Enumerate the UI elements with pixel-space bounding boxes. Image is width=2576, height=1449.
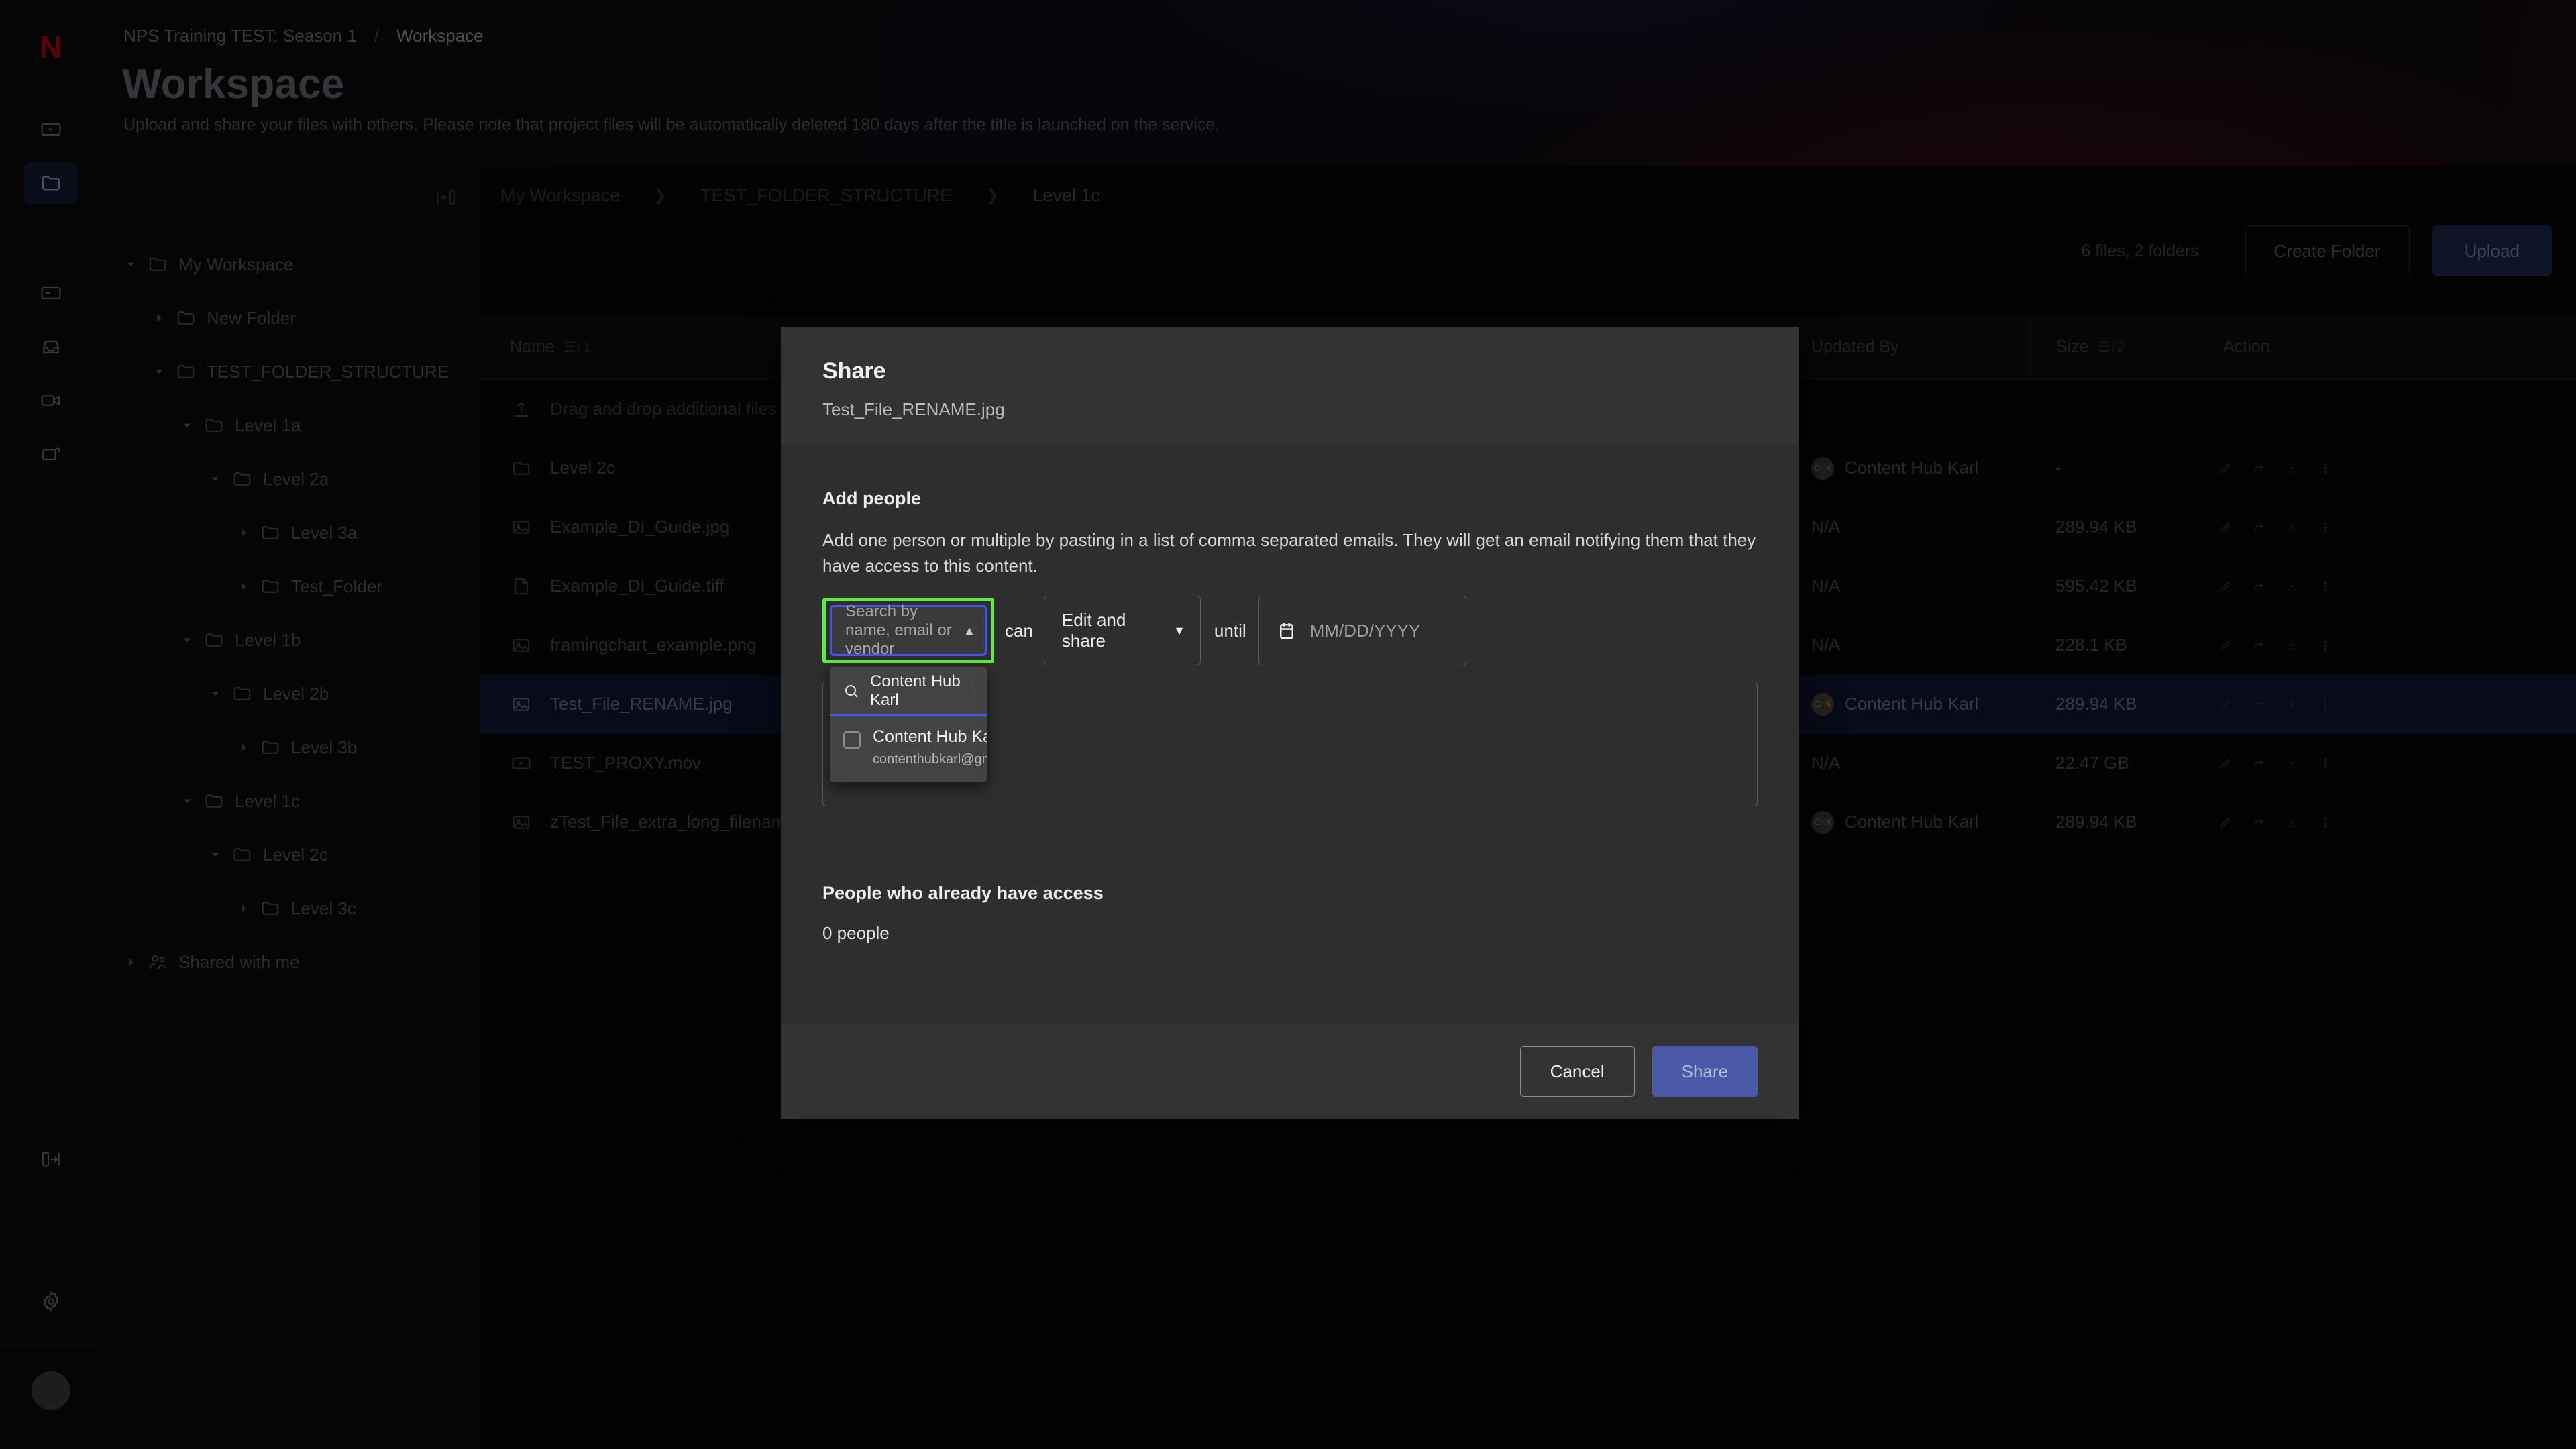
suggestion-email: contenthubkarl@gmail.com	[873, 752, 987, 767]
modal-file-name: Test_File_RENAME.jpg	[822, 399, 1005, 419]
existing-access-title: People who already have access	[822, 883, 1104, 903]
modal-footer: Cancel Share	[781, 1024, 1799, 1119]
share-modal: Share Test_File_RENAME.jpg Add people Ad…	[781, 327, 1799, 1119]
search-highlight-box: Search by name, email or vendor ▲ Conten…	[822, 598, 994, 783]
people-search-input[interactable]: Search by name, email or vendor ▲	[830, 602, 987, 659]
expiry-date-placeholder: MM/DD/YYYY	[1309, 620, 1421, 641]
modal-body: Add people Add one person or multiple by…	[781, 445, 1799, 1016]
expiry-date-input[interactable]: MM/DD/YYYY	[1258, 596, 1466, 666]
people-search-placeholder: Search by name, email or vendor	[845, 602, 952, 659]
dropdown-search-field[interactable]: Content Hub Karl	[830, 667, 987, 717]
people-search-dropdown: Content Hub Karl Content Hub Karl conten…	[830, 667, 987, 783]
chevron-up-icon: ▲	[963, 623, 975, 637]
suggestion-text: Content Hub Karl contenthubkarl@gmail.co…	[873, 727, 987, 767]
modal-title: Share	[822, 358, 886, 384]
dropdown-search-value: Content Hub Karl	[870, 672, 961, 709]
suggestion-checkbox[interactable]	[843, 731, 861, 749]
label-until: until	[1214, 620, 1246, 641]
people-search-combo: Search by name, email or vendor ▲ Conten…	[830, 602, 987, 783]
cancel-button[interactable]: Cancel	[1519, 1046, 1635, 1097]
calendar-icon	[1279, 623, 1293, 639]
permission-value: Edit and share	[1061, 610, 1126, 651]
share-button[interactable]: Share	[1652, 1046, 1758, 1097]
app-root: N	[0, 0, 2576, 1449]
add-people-description: Add one person or multiple by pasting in…	[822, 530, 1756, 576]
suggestion-item[interactable]: Content Hub Karl contenthubkarl@gmail.co…	[830, 716, 987, 782]
share-controls-row: Search by name, email or vendor ▲ Conten…	[822, 596, 1758, 783]
chevron-down-icon: ▼	[1173, 623, 1185, 637]
permission-select[interactable]: Edit and share ▼	[1043, 596, 1201, 666]
label-can: can	[1005, 620, 1033, 641]
modal-header: Share Test_File_RENAME.jpg	[781, 327, 1799, 445]
suggestion-name: Content Hub Karl	[873, 727, 987, 747]
search-icon	[845, 684, 858, 698]
existing-access-count: 0 people	[822, 923, 890, 943]
add-people-title: Add people	[822, 488, 921, 508]
